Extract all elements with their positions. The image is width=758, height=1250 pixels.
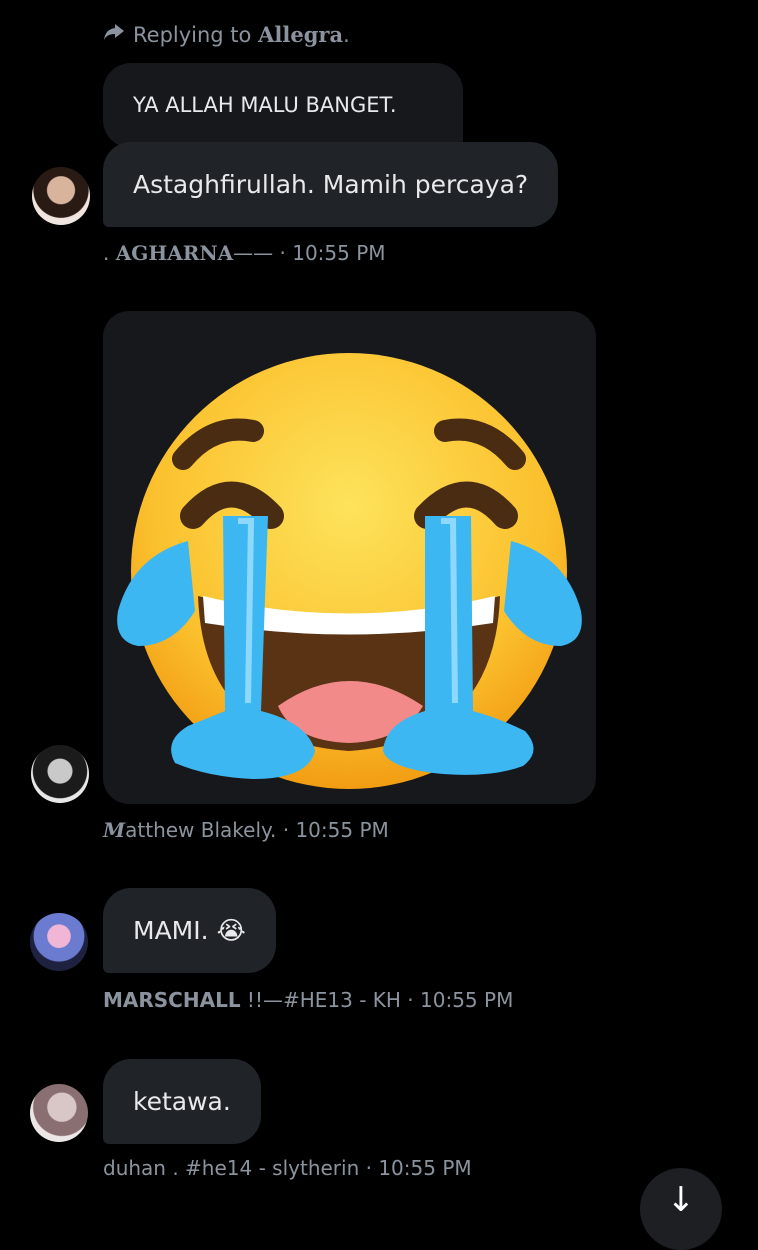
quoted-text: YA ALLAH MALU BANGET. — [133, 93, 397, 117]
reply-arrow-icon — [103, 22, 125, 47]
crying-emoji-icon: 😭 — [216, 916, 246, 945]
scroll-down-icon: ↓ — [666, 1180, 696, 1220]
loudly-crying-face-emoji-icon — [117, 353, 582, 789]
message-bubble[interactable]: ketawa. — [103, 1059, 261, 1144]
avatar[interactable] — [31, 745, 89, 803]
sender-name[interactable]: MARSCHALL — [103, 988, 241, 1012]
avatar[interactable] — [30, 913, 88, 971]
reply-context: Replying to Allegra. — [103, 22, 350, 47]
quoted-message[interactable]: YA ALLAH MALU BANGET. — [103, 63, 463, 148]
message-meta: . AGHARNA—— · 10:55 PM — [103, 241, 386, 265]
message-text: ketawa. — [133, 1087, 231, 1116]
message-text: MAMI. — [133, 916, 209, 945]
scroll-down-button[interactable]: ↓ — [640, 1168, 722, 1250]
message-meta: Matthew Blakely. · 10:55 PM — [103, 818, 389, 842]
media-emoji[interactable] — [103, 311, 596, 804]
message-meta: MARSCHALL !!—#HE13 - KH · 10:55 PM — [103, 988, 514, 1012]
message-bubble[interactable]: Astaghfirullah. Mamih percaya? — [103, 142, 559, 227]
sender-name[interactable]: AGHARNA — [116, 241, 233, 265]
reply-prefix: Replying to — [133, 23, 252, 47]
message-meta: duhan . #he14 - slytherin · 10:55 PM — [103, 1156, 472, 1180]
message-bubble[interactable]: MAMI. 😭 — [103, 888, 276, 973]
message-text: Astaghfirullah. Mamih percaya? — [133, 170, 529, 199]
reply-name[interactable]: Allegra — [258, 22, 343, 47]
avatar[interactable] — [32, 167, 90, 225]
avatar[interactable] — [30, 1084, 88, 1142]
